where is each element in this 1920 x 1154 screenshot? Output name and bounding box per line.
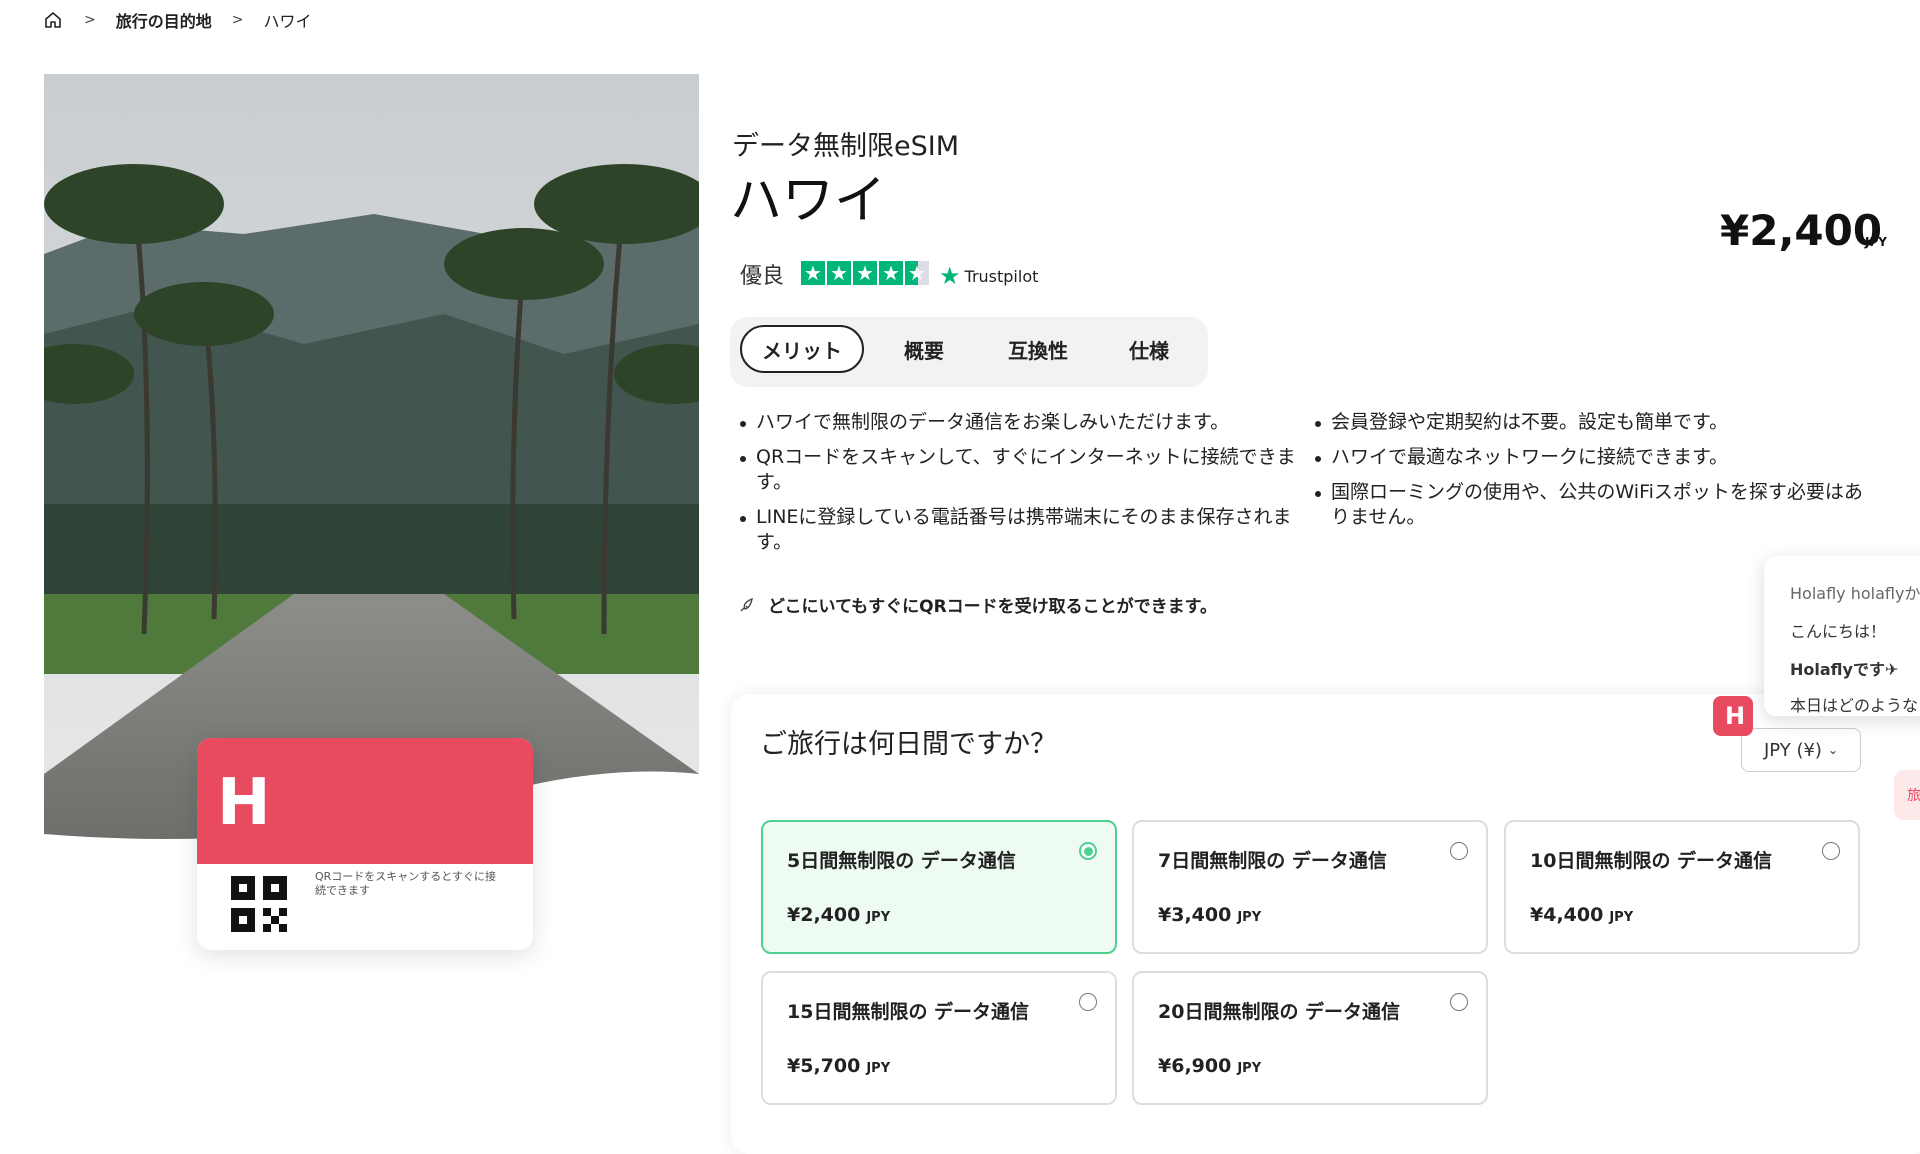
plan-price: ¥6,900 JPY (1158, 1055, 1262, 1077)
plan-option-5d[interactable]: 5日間無制限の データ通信 ¥2,400 JPY (761, 820, 1117, 954)
plan-option-7d[interactable]: 7日間無制限の データ通信 ¥3,400 JPY (1132, 820, 1488, 954)
plan-name: 7日間無制限の データ通信 (1158, 850, 1387, 872)
radio-button[interactable] (1079, 842, 1097, 860)
chevron-right-icon: > (231, 12, 244, 28)
breadcrumb-destinations[interactable]: 旅行の目的地 (116, 8, 212, 32)
plan-option-15d[interactable]: 15日間無制限の データ通信 ¥5,700 JPY (761, 971, 1117, 1105)
page-title: ハワイ (730, 171, 887, 231)
plan-name: 10日間無制限の データ通信 (1530, 850, 1773, 872)
holafly-logo: H (217, 766, 270, 840)
plan-option-10d[interactable]: 10日間無制限の データ通信 ¥4,400 JPY (1504, 820, 1860, 954)
tab-benefits[interactable]: メリット (740, 325, 864, 373)
list-item: QRコードをスキャンして、すぐにインターネットに接続できます。 (738, 445, 1296, 495)
star-icon: ★ (801, 261, 825, 285)
qr-note: どこにいてもすぐにQRコードを受け取ることができます。 (738, 592, 1217, 617)
breadcrumb: > 旅行の目的地 > ハワイ (42, 6, 312, 34)
tab-overview[interactable]: 概要 (882, 325, 966, 373)
plan-name: 15日間無制限の データ通信 (787, 1001, 1030, 1023)
side-tab[interactable]: 旅 (1894, 770, 1920, 820)
list-item: ハワイで最適なネットワークに接続できます。 (1313, 445, 1873, 470)
radio-button[interactable] (1450, 842, 1468, 860)
list-item: 会員登録や定期契約は不要。設定も簡単です。 (1313, 410, 1873, 435)
star-icon: ★ (879, 261, 903, 285)
currency-value: JPY (¥) (1763, 739, 1822, 761)
chat-line: Holafly holaflyか (1790, 584, 1920, 603)
star-icon: ★ (853, 261, 877, 285)
breadcrumb-current: ハワイ (263, 12, 312, 31)
list-item: 国際ローミングの使用や、公共のWiFiスポットを探す必要はありません。 (1313, 480, 1873, 530)
plan-price: ¥5,700 JPY (787, 1055, 891, 1077)
chat-popup[interactable]: Holafly holaflyか こんにちは！ Holaflyです✈ 本日はどの… (1764, 556, 1920, 716)
price-currency: JPY (1865, 235, 1887, 249)
plan-price: ¥2,400 JPY (787, 904, 891, 926)
tab-specs[interactable]: 仕様 (1108, 325, 1190, 373)
home-icon[interactable] (42, 9, 64, 31)
plan-price: ¥3,400 JPY (1158, 904, 1262, 926)
trustpilot-label: Trustpilot (964, 266, 1039, 286)
star-icon: ★ (827, 261, 851, 285)
chevron-right-icon: > (84, 12, 96, 28)
trip-question: ご旅行は何日間ですか？ (760, 729, 1057, 760)
list-item: LINEに登録している電話番号は携帯端末にそのまま保存されます。 (738, 505, 1296, 555)
chat-line: こんにちは！ (1790, 622, 1887, 641)
trustpilot-star-icon: ★ (939, 262, 961, 290)
benefits-right: 会員登録や定期契約は不要。設定も簡単です。 ハワイで最適なネットワークに接続でき… (1313, 410, 1873, 540)
plan-option-20d[interactable]: 20日間無制限の データ通信 ¥6,900 JPY (1132, 971, 1488, 1105)
radio-button[interactable] (1450, 993, 1468, 1011)
rating-label: 優良 (740, 264, 785, 289)
rocket-icon (740, 597, 753, 611)
chevron-down-icon: ⌄ (1827, 743, 1839, 757)
chat-line: Holaflyです✈ (1790, 660, 1899, 679)
trustpilot-logo[interactable]: ★ Trustpilot (939, 262, 1038, 290)
benefits-left: ハワイで無制限のデータ通信をお楽しみいただけます。 QRコードをスキャンして、す… (738, 410, 1296, 565)
tab-compatibility[interactable]: 互換性 (988, 325, 1088, 373)
radio-button[interactable] (1822, 842, 1840, 860)
chat-avatar[interactable]: H (1713, 696, 1753, 736)
qr-code-icon (231, 876, 287, 932)
product-price: ¥2,400 (1720, 206, 1883, 255)
currency-select[interactable]: JPY (¥) ⌄ (1741, 728, 1861, 772)
half-star-icon: ★ (905, 261, 929, 285)
plan-price: ¥4,400 JPY (1530, 904, 1634, 926)
qr-note-text: どこにいてもすぐにQRコードを受け取ることができます。 (768, 597, 1217, 617)
trustpilot-stars[interactable]: ★ ★ ★ ★ ★ (801, 261, 929, 285)
chat-line: 本日はどのようなこ (1790, 696, 1920, 715)
esim-card: H QRコードをスキャンするとすぐに接続できます (197, 738, 533, 950)
radio-button[interactable] (1079, 993, 1097, 1011)
qr-instruction: QRコードをスキャンするとすぐに接続できます (315, 870, 496, 897)
plan-name: 20日間無制限の データ通信 (1158, 1001, 1401, 1023)
plan-name: 5日間無制限の データ通信 (787, 850, 1016, 872)
list-item: ハワイで無制限のデータ通信をお楽しみいただけます。 (738, 410, 1296, 435)
info-tabs: メリット 概要 互換性 仕様 (730, 317, 1208, 387)
